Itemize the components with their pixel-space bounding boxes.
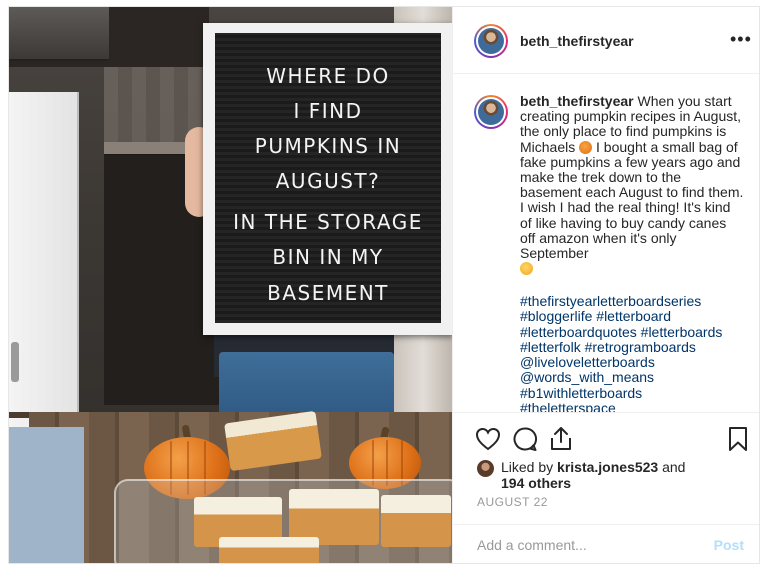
- photo-cloth: [9, 427, 84, 563]
- hashtags: #thefirstyearletterboardseries #bloggerl…: [520, 293, 745, 412]
- smirk-emoji-icon: [520, 262, 533, 276]
- mention-link[interactable]: @words_with_means: [520, 369, 654, 385]
- post-header: beth_thefirstyear •••: [453, 7, 759, 74]
- likes-and: and: [662, 459, 686, 475]
- likes-prefix: Liked by: [501, 459, 554, 475]
- heart-icon[interactable]: [475, 427, 501, 451]
- hashtag-link[interactable]: #letterfolk: [520, 339, 581, 355]
- board-line: IN THE STORAGE: [233, 210, 423, 234]
- post-comment-button[interactable]: Post: [714, 537, 744, 553]
- caption-text: I bought a small bag of fake pumpkins a …: [520, 138, 744, 262]
- liker-avatar[interactable]: [477, 460, 494, 477]
- board-line: BASEMENT: [267, 281, 389, 305]
- board-line: WHERE DO: [266, 64, 390, 88]
- caption-username[interactable]: beth_thefirstyear: [520, 93, 634, 109]
- letter-board-felt: WHERE DO I FIND PUMPKINS IN AUGUST? IN T…: [215, 33, 441, 323]
- hashtag-link[interactable]: #bloggerlife: [520, 308, 592, 324]
- photo-shorts: [219, 352, 394, 417]
- likes-others-link[interactable]: 194 others: [501, 475, 571, 491]
- caption-avatar[interactable]: [474, 95, 508, 129]
- hashtag-link[interactable]: #theletterspace: [520, 400, 616, 412]
- avatar[interactable]: [474, 24, 508, 58]
- likes-summary: Liked by krista.jones523 and 194 others: [501, 459, 685, 491]
- pumpkin-emoji-icon: [579, 140, 593, 154]
- photo-fridge: [9, 92, 79, 442]
- board-line: I FIND: [293, 99, 363, 123]
- hashtag-link[interactable]: #retrogramboards: [585, 339, 696, 355]
- more-icon[interactable]: •••: [730, 29, 752, 50]
- post-actions: Liked by krista.jones523 and 194 others …: [453, 412, 759, 563]
- hashtag-link[interactable]: #thefirstyearletterboardseries: [520, 293, 701, 309]
- bookmark-icon[interactable]: [728, 426, 748, 452]
- cake-bar: [381, 495, 451, 547]
- comment-bar: Add a comment... Post: [453, 524, 759, 563]
- board-line: PUMPKINS IN: [254, 134, 402, 158]
- board-line: BIN IN MY: [272, 245, 384, 269]
- instagram-post: WHERE DO I FIND PUMPKINS IN AUGUST? IN T…: [8, 6, 760, 564]
- comment-input[interactable]: Add a comment...: [477, 537, 587, 553]
- hashtag-link[interactable]: #b1withletterboards: [520, 385, 642, 401]
- post-sidebar: beth_thefirstyear ••• beth_thefirstyear …: [452, 7, 759, 563]
- comment-icon[interactable]: [512, 426, 538, 452]
- cake-bar: [219, 537, 319, 563]
- letter-board: WHERE DO I FIND PUMPKINS IN AUGUST? IN T…: [203, 23, 452, 335]
- caption: beth_thefirstyear When you start creatin…: [520, 93, 745, 276]
- post-date[interactable]: AUGUST 22: [477, 495, 548, 509]
- hashtag-link[interactable]: #letterboards: [641, 324, 723, 340]
- board-line: AUGUST?: [275, 169, 381, 193]
- hashtag-link[interactable]: #letterboard: [596, 308, 671, 324]
- mention-link[interactable]: @liveloveletterboards: [520, 354, 655, 370]
- hashtag-link[interactable]: #letterboardquotes: [520, 324, 637, 340]
- profile-photo-icon: [478, 28, 504, 54]
- liker-username[interactable]: krista.jones523: [557, 459, 658, 475]
- caption-area: beth_thefirstyear When you start creatin…: [453, 74, 759, 412]
- post-photo[interactable]: WHERE DO I FIND PUMPKINS IN AUGUST? IN T…: [9, 7, 452, 563]
- header-username[interactable]: beth_thefirstyear: [520, 33, 634, 49]
- profile-photo-icon: [478, 99, 504, 125]
- share-icon[interactable]: [549, 425, 573, 451]
- photo-microwave: [9, 7, 109, 61]
